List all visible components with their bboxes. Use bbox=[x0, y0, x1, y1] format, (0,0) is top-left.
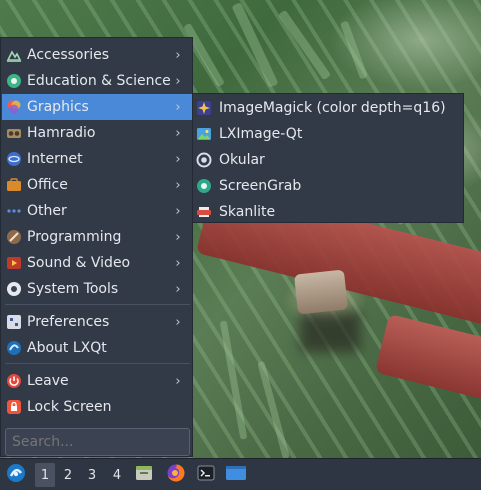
menu-separator bbox=[5, 363, 190, 364]
menu-item-label: Programming bbox=[27, 229, 122, 245]
terminal-launcher[interactable] bbox=[195, 459, 217, 490]
submenu-item-screengrab[interactable]: ScreenGrab bbox=[196, 173, 462, 199]
desktop-window-icon bbox=[225, 464, 247, 486]
chevron-right-icon: › bbox=[175, 99, 181, 115]
folder-icon bbox=[135, 464, 153, 486]
desktop-switch-2[interactable]: 2 bbox=[58, 463, 78, 487]
file-manager-launcher[interactable] bbox=[133, 459, 155, 490]
graphics-icon bbox=[6, 99, 22, 115]
system-tools-icon bbox=[6, 281, 22, 297]
menu-item-label: Hamradio bbox=[27, 125, 96, 141]
chevron-right-icon: › bbox=[175, 203, 181, 219]
menu-item-label: Education & Science bbox=[27, 73, 171, 89]
search-input[interactable] bbox=[5, 428, 190, 456]
menu-item-graphics[interactable]: Graphics › bbox=[2, 94, 192, 120]
menu-item-label: Other bbox=[27, 203, 67, 219]
other-icon bbox=[6, 203, 22, 219]
hamradio-icon bbox=[6, 125, 22, 141]
menu-item-label: Sound & Video bbox=[27, 255, 131, 271]
desktop-switch-4[interactable]: 4 bbox=[107, 463, 127, 487]
menu-item-leave[interactable]: Leave › bbox=[2, 368, 192, 394]
menu-item-label: Office bbox=[27, 177, 68, 193]
menu-item-label: Preferences bbox=[27, 314, 110, 330]
graphics-submenu: ImageMagick (color depth=q16) LXImage-Qt… bbox=[192, 93, 464, 223]
firefox-icon bbox=[166, 463, 186, 487]
chevron-right-icon: › bbox=[175, 229, 181, 245]
menu-item-accessories[interactable]: Accessories › bbox=[2, 42, 192, 68]
submenu-item-label: Skanlite bbox=[219, 204, 276, 220]
taskbar: 1 2 3 4 bbox=[0, 458, 481, 490]
menu-item-sound-video[interactable]: Sound & Video › bbox=[2, 250, 192, 276]
chevron-right-icon: › bbox=[175, 281, 181, 297]
menu-item-lock-screen[interactable]: Lock Screen bbox=[2, 394, 192, 420]
education-icon bbox=[6, 73, 22, 89]
chevron-right-icon: › bbox=[175, 125, 181, 141]
menu-item-label: Leave bbox=[27, 373, 69, 389]
menu-item-about-lxqt[interactable]: About LXQt bbox=[2, 335, 192, 361]
skanlite-icon bbox=[196, 204, 212, 220]
menu-item-label: Graphics bbox=[27, 99, 89, 115]
submenu-item-skanlite[interactable]: Skanlite bbox=[196, 199, 462, 225]
okular-icon bbox=[196, 152, 212, 168]
desktop-switch-1[interactable]: 1 bbox=[35, 463, 55, 487]
lxqt-logo-icon bbox=[6, 463, 26, 487]
programming-icon bbox=[6, 229, 22, 245]
chevron-right-icon: › bbox=[175, 373, 181, 389]
submenu-item-okular[interactable]: Okular bbox=[196, 147, 462, 173]
menu-item-other[interactable]: Other › bbox=[2, 198, 192, 224]
accessories-icon bbox=[6, 47, 22, 63]
submenu-item-lximage-qt[interactable]: LXImage-Qt bbox=[196, 121, 462, 147]
menu-item-label: About LXQt bbox=[27, 340, 107, 356]
menu-item-system-tools[interactable]: System Tools › bbox=[2, 276, 192, 302]
power-icon bbox=[6, 373, 22, 389]
submenu-item-imagemagick[interactable]: ImageMagick (color depth=q16) bbox=[196, 95, 462, 121]
chevron-right-icon: › bbox=[175, 177, 181, 193]
chevron-right-icon: › bbox=[175, 255, 181, 271]
submenu-item-label: LXImage-Qt bbox=[219, 126, 303, 142]
chevron-right-icon: › bbox=[175, 314, 181, 330]
menu-item-internet[interactable]: Internet › bbox=[2, 146, 192, 172]
lximage-icon bbox=[196, 126, 212, 142]
firefox-launcher[interactable] bbox=[164, 459, 188, 490]
show-desktop-button[interactable] bbox=[223, 459, 249, 490]
menu-item-label: System Tools bbox=[27, 281, 119, 297]
sound-video-icon bbox=[6, 255, 22, 271]
menu-item-label: Lock Screen bbox=[27, 399, 112, 415]
submenu-item-label: ScreenGrab bbox=[219, 178, 302, 194]
submenu-item-label: Okular bbox=[219, 152, 265, 168]
lxqt-logo-icon bbox=[6, 340, 22, 356]
terminal-icon bbox=[197, 464, 215, 486]
menu-item-programming[interactable]: Programming › bbox=[2, 224, 192, 250]
chevron-right-icon: › bbox=[175, 47, 181, 63]
office-icon bbox=[6, 177, 22, 193]
internet-icon bbox=[6, 151, 22, 167]
menu-separator bbox=[5, 304, 190, 305]
desktop-switch-3[interactable]: 3 bbox=[82, 463, 102, 487]
menu-item-preferences[interactable]: Preferences › bbox=[2, 309, 192, 335]
submenu-item-label: ImageMagick (color depth=q16) bbox=[219, 100, 446, 116]
lock-icon bbox=[6, 399, 22, 415]
preferences-icon bbox=[6, 314, 22, 330]
menu-item-office[interactable]: Office › bbox=[2, 172, 192, 198]
application-menu: Accessories › Education & Science › Grap… bbox=[0, 37, 193, 457]
menu-item-label: Accessories bbox=[27, 47, 110, 63]
screengrab-icon bbox=[196, 178, 212, 194]
menu-item-label: Internet bbox=[27, 151, 83, 167]
main-menu-button[interactable] bbox=[3, 459, 29, 490]
chevron-right-icon: › bbox=[175, 151, 181, 167]
chevron-right-icon: › bbox=[175, 73, 181, 89]
imagemagick-icon bbox=[196, 100, 212, 116]
menu-item-hamradio[interactable]: Hamradio › bbox=[2, 120, 192, 146]
menu-item-education-science[interactable]: Education & Science › bbox=[2, 68, 192, 94]
